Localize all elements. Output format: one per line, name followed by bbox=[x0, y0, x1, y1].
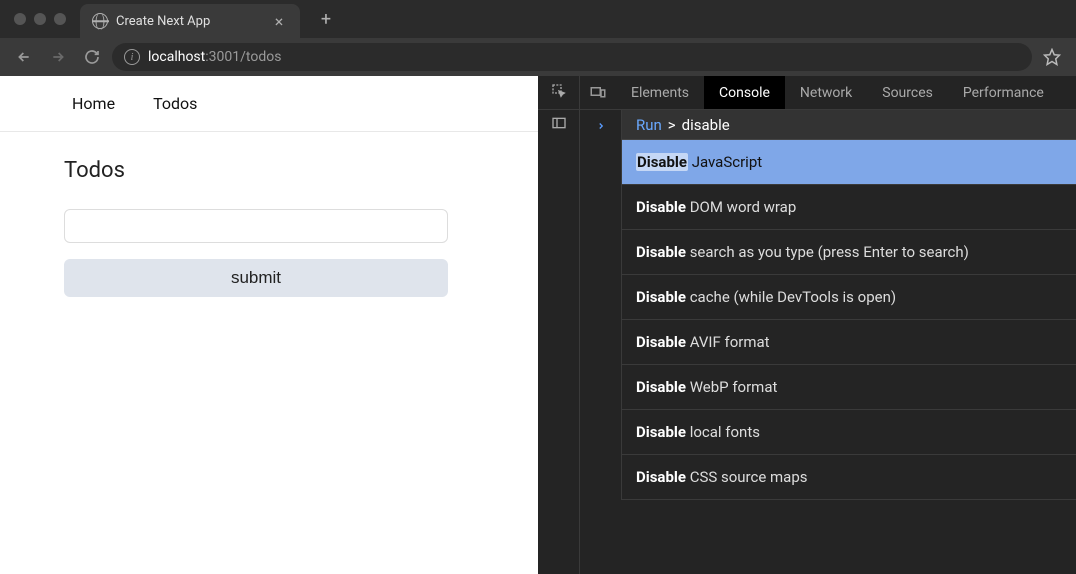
todo-input[interactable] bbox=[64, 209, 448, 243]
tab-close-button[interactable]: × bbox=[270, 12, 288, 30]
new-tab-button[interactable]: + bbox=[312, 5, 340, 33]
browser-tab[interactable]: Create Next App × bbox=[80, 4, 300, 38]
forward-button[interactable] bbox=[44, 43, 72, 71]
devtools-panel: Elements Console Network Sources Perform… bbox=[538, 76, 1076, 574]
tab-title: Create Next App bbox=[116, 14, 262, 29]
inspect-element-icon[interactable] bbox=[551, 83, 567, 103]
command-menu-input[interactable]: Run > disable bbox=[622, 110, 1076, 140]
sidebar-toggle-icon[interactable] bbox=[551, 115, 567, 135]
window-minimize-button[interactable] bbox=[34, 13, 46, 25]
devtools-tabs: Elements Console Network Sources Perform… bbox=[580, 76, 1076, 110]
command-result-item[interactable]: Disable search as you type (press Enter … bbox=[622, 230, 1076, 275]
globe-icon bbox=[92, 13, 108, 29]
command-result-item[interactable]: Disable cache (while DevTools is open) bbox=[622, 275, 1076, 320]
reload-button[interactable] bbox=[78, 43, 106, 71]
site-info-icon[interactable]: i bbox=[124, 49, 140, 65]
command-result-item[interactable]: Disable WebP format bbox=[622, 365, 1076, 410]
window-close-button[interactable] bbox=[14, 13, 26, 25]
bookmark-star-icon[interactable] bbox=[1038, 48, 1066, 66]
back-button[interactable] bbox=[10, 43, 38, 71]
command-result-item[interactable]: Disable local fonts bbox=[622, 410, 1076, 455]
address-bar[interactable]: i localhost:3001/todos bbox=[112, 43, 1032, 71]
page-heading: Todos bbox=[64, 158, 474, 183]
tab-performance[interactable]: Performance bbox=[948, 76, 1059, 109]
url-text: localhost:3001/todos bbox=[148, 49, 281, 65]
tab-sources[interactable]: Sources bbox=[867, 76, 948, 109]
page-viewport: Home Todos Todos submit bbox=[0, 76, 538, 574]
tab-elements[interactable]: Elements bbox=[616, 76, 704, 109]
window-controls bbox=[0, 13, 80, 25]
command-result-item[interactable]: Disable JavaScript bbox=[622, 140, 1076, 185]
nav-link-todos[interactable]: Todos bbox=[153, 94, 197, 113]
chevron-right-icon: > bbox=[668, 116, 676, 134]
command-result-item[interactable]: Disable DOM word wrap bbox=[622, 185, 1076, 230]
command-result-item[interactable]: Disable CSS source maps bbox=[622, 455, 1076, 500]
console-prompt-chevron-icon bbox=[596, 116, 606, 500]
command-results-list: Disable JavaScriptDisable DOM word wrapD… bbox=[622, 140, 1076, 500]
tab-console[interactable]: Console bbox=[704, 76, 785, 109]
run-label: Run bbox=[636, 116, 662, 134]
submit-button[interactable]: submit bbox=[64, 259, 448, 297]
command-query: disable bbox=[682, 116, 730, 134]
browser-tab-strip: Create Next App × + bbox=[0, 0, 1076, 38]
browser-toolbar: i localhost:3001/todos bbox=[0, 38, 1076, 76]
command-result-item[interactable]: Disable AVIF format bbox=[622, 320, 1076, 365]
device-toolbar-icon[interactable] bbox=[580, 76, 616, 109]
nav-link-home[interactable]: Home bbox=[72, 94, 115, 113]
tab-network[interactable]: Network bbox=[785, 76, 867, 109]
page-nav: Home Todos bbox=[0, 76, 538, 132]
window-maximize-button[interactable] bbox=[54, 13, 66, 25]
